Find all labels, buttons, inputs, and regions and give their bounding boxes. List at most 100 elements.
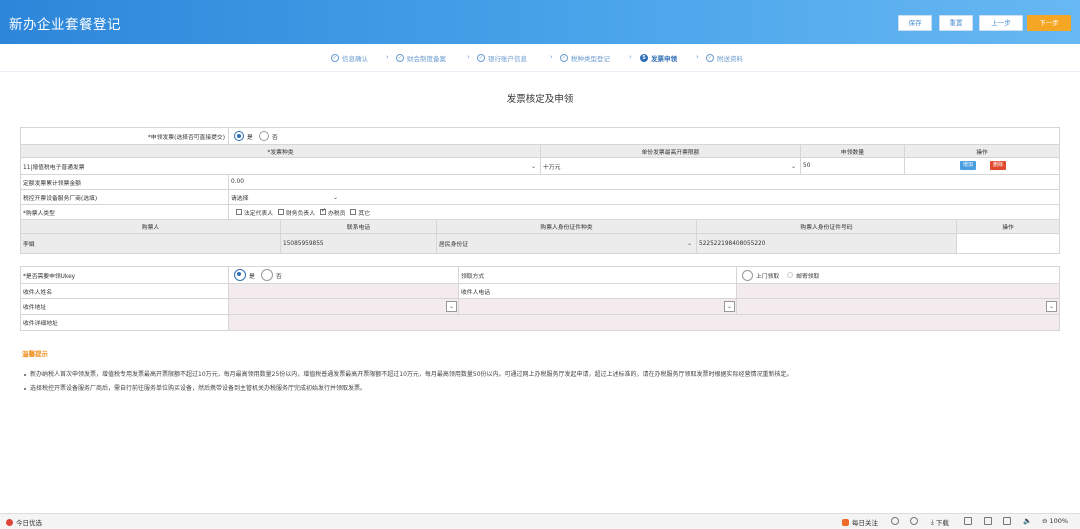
col-header-id-no: 购票人身份证件号码 [697,220,957,233]
district-select[interactable]: ⌄ [737,299,1059,314]
today-picks-icon [6,518,13,526]
add-button[interactable]: 增加 [960,161,977,170]
prev-step-button[interactable]: 上一步 [979,15,1023,31]
invoice-row: 11|增值税电子普通发票 ⌄ 十万元 ⌄ 50 增加 删除 [21,158,1059,175]
col-header-op: 操作 [1002,225,1014,231]
mail-radio[interactable] [787,272,794,278]
chevron-down-icon: ⌄ [531,162,537,170]
province-select[interactable]: ⌄ [229,299,459,314]
step-2[interactable]: ✓ 财会制度备案 [396,53,446,63]
buyer-id-type-select[interactable]: 居民身份证 ⌄ [437,234,697,253]
zoom-value: 100% [1049,517,1069,525]
volume-icon[interactable]: 🔈 [1023,517,1032,525]
method-label: 领取方式 [459,267,737,283]
vendor-value: 请选择 [231,195,249,202]
invoice-form: *申领发票(选择否可直接提交) 是 否 *发票种类 单份发票最高开票限额 申领数… [20,127,1060,254]
vendor-label: 税控开票设备服务厂商(选填) [21,190,229,204]
tabs-icon[interactable] [1003,517,1011,525]
checkbox-other[interactable] [350,209,357,215]
checkbox-label: 财务负责人 [286,210,315,217]
address-detail-label: 收件详细地址 [21,315,229,330]
limit-value: 十万元 [543,164,561,171]
bullet-icon [24,387,26,390]
id-type-value: 居民身份证 [439,242,468,248]
recipient-name-label: 收件人姓名 [21,284,229,298]
recipient-phone-input[interactable] [737,284,1059,298]
limit-select[interactable]: 十万元 ⌄ [541,158,801,174]
apply-no-radio[interactable] [258,131,269,141]
radio-label: 否 [271,134,278,141]
tips-title: 温馨提示 [22,350,48,358]
radio-label: 是 [247,134,253,141]
row-actions: 增加 删除 [905,158,1059,174]
col-header-op: 操作 [976,149,988,156]
ukey-no-radio[interactable] [260,269,273,281]
recipient-phone-label: 收件人电话 [459,284,737,298]
ukey-row: *是否需要申领Ukey 是 否 领取方式 上门领取 邮寄领取 [21,267,1059,284]
section-title: 发票核定及申领 [506,94,574,105]
step-6[interactable]: ✓ 附送资料 [706,53,743,63]
amount-value: 0.00 [231,179,244,185]
vendor-select[interactable]: 请选择 ⌄ [229,190,1059,204]
address-detail-input[interactable] [229,315,1059,330]
radio-label: 邮寄领取 [796,273,820,280]
check-circle-icon: ✓ [331,54,339,62]
pickup-radio[interactable] [742,269,753,281]
step-label: 附送资料 [717,55,743,63]
chevron-down-icon: ⌄ [724,301,735,312]
today-picks-label: 今日优选 [16,519,42,527]
ukey-form: *是否需要申领Ukey 是 否 领取方式 上门领取 邮寄领取 收件人姓名 收件人… [20,266,1060,331]
app-header: 新办企业套餐登记 保存 重置 上一步 下一步 [0,0,1080,44]
buyer-name: 李娟 [21,234,281,253]
col-header-qty: 申领数量 [801,145,905,157]
reset-button[interactable]: 重置 [939,15,973,31]
radio-label: 是 [249,273,255,280]
save-button[interactable]: 保存 [898,15,932,31]
checkbox-label: 办税员 [328,210,346,217]
checkbox-legal-rep[interactable] [236,209,242,215]
method-radio-group: 上门领取 邮寄领取 [737,267,1059,283]
amount-label: 定额发票累计领票金额 [21,175,229,189]
zoom-control[interactable]: ⊖ 100% [1042,517,1068,525]
step-label: 发票申领 [651,55,677,63]
apply-label: *申领发票(选择否可直接提交) [21,128,229,144]
refresh-icon[interactable] [891,517,899,525]
checkbox-label: 法定代表人 [244,210,273,217]
screenshot-icon[interactable] [964,517,972,525]
check-circle-icon: ✓ [477,54,485,62]
apply-yes-radio[interactable] [234,131,244,141]
delete-button[interactable]: 删除 [990,161,1007,170]
step-4[interactable]: ✓ 税种类型登记 [560,53,610,63]
qty-input[interactable]: 50 [801,158,905,174]
step-5[interactable]: 5 发票申领 [640,53,677,63]
chevron-down-icon: ⌄ [333,193,339,201]
step-label: 信息确认 [342,55,368,63]
step-label: 税种类型登记 [571,55,610,63]
buyer-type-row: *购票人类型 法定代表人 财务负责人 办税员 其它 [21,205,1059,220]
invoice-type-select[interactable]: 11|增值税电子普通发票 ⌄ [21,158,541,174]
download-button[interactable]: ⤓ 下载 [931,517,949,528]
clock-icon[interactable] [910,517,918,525]
col-header-buyer: 购票人 [21,220,281,233]
today-picks[interactable]: 今日优选 [6,517,42,527]
next-step-button[interactable]: 下一步 [1027,15,1071,31]
daily-focus-label: 每日关注 [852,519,878,527]
recipient-row: 收件人姓名 收件人电话 [21,284,1059,299]
checkbox-label: 其它 [358,210,371,217]
city-select[interactable]: ⌄ [459,299,737,314]
address-row: 收件地址 ⌄ ⌄ ⌄ [21,299,1059,315]
window-icon[interactable] [984,517,992,525]
step-1[interactable]: ✓ 信息确认 [331,53,368,63]
step-number-icon: 5 [640,54,648,62]
checkbox-tax-officer[interactable] [320,207,326,215]
chevron-right-icon: › [386,53,389,61]
chevron-down-icon: ⌄ [791,162,797,170]
daily-focus[interactable]: 每日关注 [842,517,878,527]
status-bar: 今日优选 每日关注 ⤓ 下载 🔈 ⊖ 100% [0,513,1080,529]
recipient-name-input[interactable] [229,284,459,298]
check-circle-icon: ✓ [560,54,568,62]
step-3[interactable]: ✓ 银行账户信息 [477,53,527,63]
ukey-yes-radio[interactable] [234,269,246,281]
amount-row: 定额发票累计领票金额 0.00 [21,175,1059,190]
checkbox-finance[interactable] [278,209,284,215]
